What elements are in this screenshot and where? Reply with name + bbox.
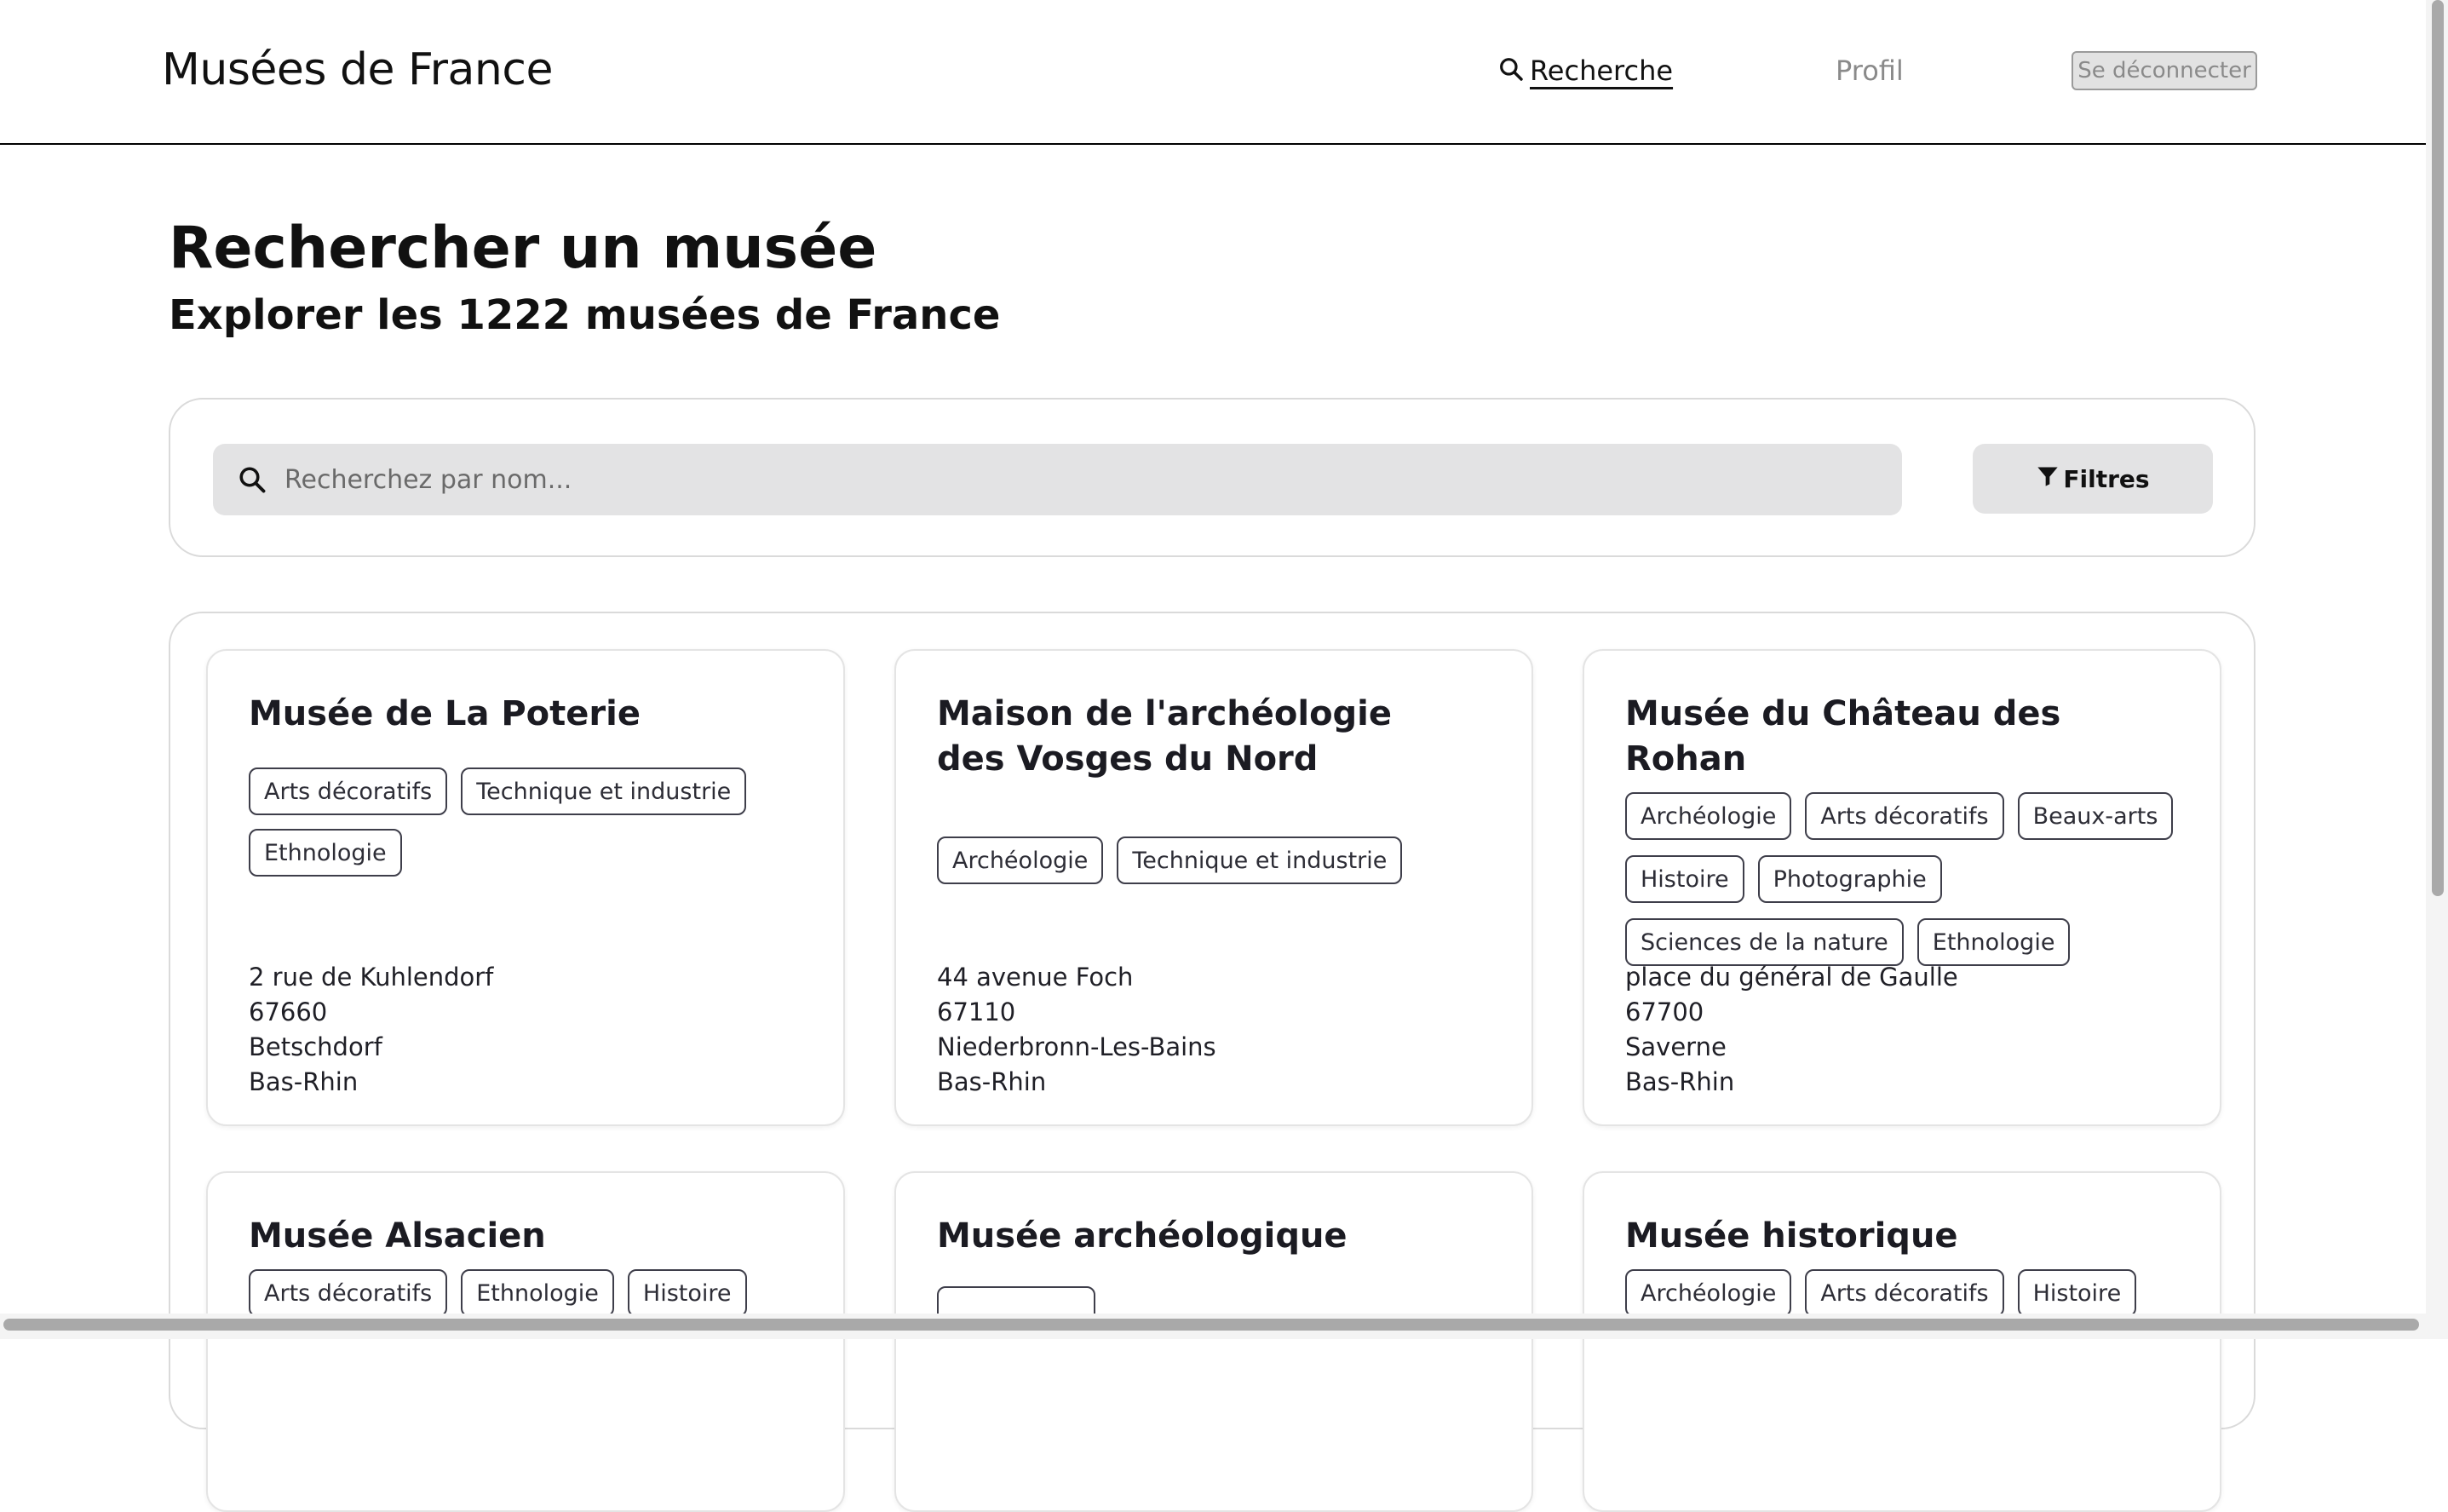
address-postcode: 67700 xyxy=(1625,997,1704,1026)
results-panel: Musée de La Poterie Arts décoratifs Tech… xyxy=(169,612,2255,1512)
address-city: Niederbronn-Les-Bains xyxy=(937,1032,1216,1061)
museum-address: 44 avenue Foch 67110 Niederbronn-Les-Bai… xyxy=(937,960,1216,1100)
address-department: Bas-Rhin xyxy=(1625,1067,1735,1096)
museum-card[interactable]: Musée historique Archéologie Arts décora… xyxy=(1583,1171,2221,1512)
museum-name: Musée de La Poterie xyxy=(249,694,641,733)
museum-card[interactable]: Musée Alsacien Arts décoratifs Ethnologi… xyxy=(206,1171,845,1512)
museum-tag: Photographie xyxy=(1757,855,1942,903)
address-street: 2 rue de Kuhlendorf xyxy=(249,963,494,992)
logout-button[interactable]: Se déconnecter xyxy=(2072,51,2257,90)
museum-tag: Technique et industrie xyxy=(1117,836,1403,884)
filters-label: Filtres xyxy=(2063,464,2150,493)
museum-card[interactable]: Maison de l'archéologie des Vosges du No… xyxy=(894,649,1533,1126)
museum-tag: Ethnologie xyxy=(461,1269,614,1317)
museum-tag: Arts décoratifs xyxy=(1805,1269,2004,1317)
address-street: place du général de Gaulle xyxy=(1625,963,1958,992)
search-icon xyxy=(237,464,267,495)
museum-tag: Archéologie xyxy=(937,836,1104,884)
search-icon xyxy=(1497,55,1525,86)
filters-button[interactable]: Filtres xyxy=(1973,444,2213,514)
museum-tag: Arts décoratifs xyxy=(249,1269,448,1317)
address-postcode: 67110 xyxy=(937,997,1016,1026)
museum-tag: Histoire xyxy=(2017,1269,2137,1317)
address-department: Bas-Rhin xyxy=(937,1067,1047,1096)
address-postcode: 67660 xyxy=(249,997,328,1026)
museum-tags: Archéologie Technique et industrie xyxy=(937,836,1491,884)
museum-tag: Sciences de la nature xyxy=(1625,918,1904,966)
museum-tags: Arts décoratifs Technique et industrie E… xyxy=(249,767,760,877)
vertical-scrollbar-thumb[interactable] xyxy=(2432,0,2444,896)
search-input[interactable] xyxy=(283,463,1862,496)
museum-tag: Archéologie xyxy=(1625,1269,1792,1317)
museum-tag: Beaux-arts xyxy=(2017,792,2174,840)
museum-card[interactable]: Musée de La Poterie Arts décoratifs Tech… xyxy=(206,649,845,1126)
site-brand[interactable]: Musées de France xyxy=(162,44,553,95)
page-subtitle: Explorer les 1222 musées de France xyxy=(169,291,1001,339)
museum-name: Musée archéologique xyxy=(937,1216,1348,1256)
museum-tag: Arts décoratifs xyxy=(1805,792,2004,840)
museum-name: Musée historique xyxy=(1625,1216,1958,1256)
nav-profile-link[interactable]: Profil xyxy=(1836,55,1904,87)
museum-name: Musée Alsacien xyxy=(249,1216,546,1256)
nav-search-link[interactable]: Recherche xyxy=(1497,55,1673,87)
museum-tags: Archéologie Arts décoratifs Beaux-arts H… xyxy=(1625,792,2179,966)
address-department: Bas-Rhin xyxy=(249,1067,359,1096)
museum-tag: Arts décoratifs xyxy=(249,767,448,815)
address-city: Betschdorf xyxy=(249,1032,382,1061)
museum-tag: Histoire xyxy=(627,1269,747,1317)
address-street: 44 avenue Foch xyxy=(937,963,1134,992)
museum-address: place du général de Gaulle 67700 Saverne… xyxy=(1625,960,1958,1100)
museum-name: Musée du Château des Rohan xyxy=(1625,694,2061,779)
museum-tags: Archéologie Arts décoratifs Histoire xyxy=(1625,1269,2179,1317)
museum-tag: Histoire xyxy=(1625,855,1744,903)
page-title: Rechercher un musée xyxy=(169,215,877,282)
horizontal-scrollbar-thumb[interactable] xyxy=(3,1319,2419,1331)
museum-tag: Ethnologie xyxy=(1916,918,2071,966)
search-panel: Filtres xyxy=(169,398,2255,557)
museum-tags: Arts décoratifs Ethnologie Histoire xyxy=(249,1269,802,1317)
top-navbar: Musées de France Recherche Profil Se déc… xyxy=(0,0,2426,145)
nav-search-label: Recherche xyxy=(1530,55,1674,87)
museum-tag: Archéologie xyxy=(1625,792,1792,840)
museum-name: Maison de l'archéologie des Vosges du No… xyxy=(937,694,1393,779)
filter-funnel-icon xyxy=(2036,464,2060,494)
museum-tag: Ethnologie xyxy=(249,829,402,877)
museum-tag: Technique et industrie xyxy=(461,767,747,815)
museum-address: 2 rue de Kuhlendorf 67660 Betschdorf Bas… xyxy=(249,960,493,1100)
search-field[interactable] xyxy=(213,444,1902,515)
museum-card[interactable]: Musée du Château des Rohan Archéologie A… xyxy=(1583,649,2221,1126)
museum-card[interactable]: Musée archéologique xyxy=(894,1171,1533,1512)
address-city: Saverne xyxy=(1625,1032,1727,1061)
